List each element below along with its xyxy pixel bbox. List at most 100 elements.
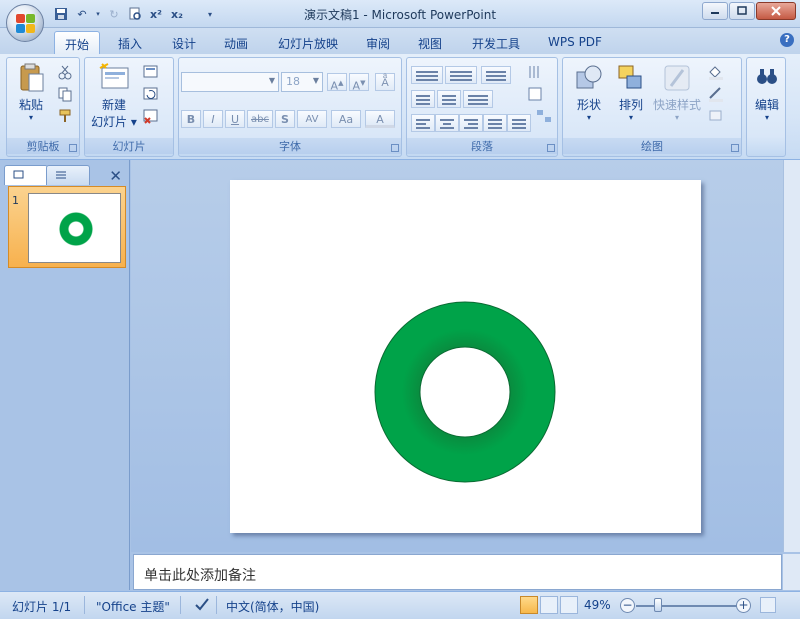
shape-outline-icon[interactable] [707,86,725,102]
tab-design[interactable]: 设计 [162,31,206,54]
slides-group: 新建 幻灯片 ▾ 幻灯片 [84,57,174,157]
italic-button[interactable]: I [203,110,223,128]
bold-button[interactable]: B [181,110,201,128]
strikethrough-button[interactable]: abc [247,110,273,128]
tab-insert[interactable]: 插入 [108,31,152,54]
font-name-combo[interactable]: ▼ [181,72,279,92]
spell-check-icon[interactable] [193,595,211,616]
tab-slideshow[interactable]: 幻灯片放映 [268,31,348,54]
separator [216,596,217,614]
quick-styles-dropdown-icon: ▾ [674,113,679,122]
separator [84,596,85,614]
delete-slide-icon[interactable] [143,108,161,124]
paragraph-launcher[interactable] [547,144,555,152]
font-color-button[interactable]: A [365,110,395,128]
maximize-button[interactable] [729,2,755,20]
columns-button[interactable] [463,90,493,108]
office-button[interactable] [6,4,44,42]
quick-styles-label: 快速样式 [652,98,701,112]
align-left-button[interactable] [411,114,435,132]
text-direction-icon[interactable] [527,64,545,80]
shadow-button[interactable]: S [275,110,295,128]
drawing-launcher[interactable] [731,144,739,152]
cut-icon[interactable] [57,64,75,80]
donut-shape[interactable] [374,301,556,483]
arrange-label: 排列 [618,98,643,112]
slideshow-view-button[interactable] [560,596,578,614]
help-icon[interactable]: ? [780,33,794,47]
char-spacing-button[interactable]: AV [297,110,327,128]
shape-effects-icon[interactable] [707,108,725,124]
tab-developer[interactable]: 开发工具 [462,31,530,54]
underline-button[interactable]: U [225,110,245,128]
outline-tab[interactable] [46,165,90,185]
close-pane-icon[interactable]: ✕ [109,167,122,185]
tab-animations[interactable]: 动画 [214,31,258,54]
new-slide-button[interactable]: 新建 幻灯片 ▾ [89,62,139,130]
language[interactable]: 中文(简体，中国) [226,598,319,615]
slide-canvas[interactable] [230,180,701,533]
increase-indent-button[interactable] [437,90,461,108]
align-center-button[interactable] [435,114,459,132]
editing-button[interactable]: 编辑 ▾ [749,66,785,122]
paste-button[interactable]: 粘贴 ▾ [11,62,51,122]
normal-view-button[interactable] [520,596,538,614]
line-spacing-button[interactable] [481,66,511,84]
clear-format-button[interactable]: Aͣ [375,73,395,91]
change-case-button[interactable]: Aa [331,110,361,128]
grow-font-button[interactable]: A▲ [327,73,347,93]
distributed-button[interactable] [507,114,531,132]
quick-styles-button[interactable]: 快速样式 ▾ [651,62,703,122]
numbering-button[interactable] [445,66,477,84]
tab-wps-pdf[interactable]: WPS PDF [540,31,610,54]
status-bar: 幻灯片 1/1 "Office 主题" 中文(简体，中国) 49% − + [0,591,800,619]
font-group: ▼ 18 ▼ A▲ A▼ Aͣ B I U abc S AV Aa A 字体 [178,57,402,157]
vertical-scrollbar[interactable] [783,160,800,552]
close-button[interactable] [756,2,796,20]
copy-icon[interactable] [57,86,75,102]
paste-icon [15,62,47,94]
zoom-in-button[interactable]: + [736,598,751,613]
arrange-button[interactable]: 排列 ▾ [609,62,653,122]
layout-icon[interactable] [143,64,161,80]
tab-view[interactable]: 视图 [408,31,452,54]
justify-button[interactable] [483,114,507,132]
notes-placeholder[interactable]: 单击此处添加备注 [144,565,256,585]
fit-to-window-button[interactable] [760,597,776,613]
tab-review[interactable]: 审阅 [356,31,400,54]
align-right-button[interactable] [459,114,483,132]
clipboard-launcher[interactable] [69,144,77,152]
new-slide-label-2: 幻灯片 ▾ [91,115,137,129]
reset-icon[interactable] [143,86,161,102]
title-bar: ↶ ▾ ↻ x² x₂ ▾ 演示文稿1 - Microsoft PowerPoi… [0,0,800,28]
slides-tab[interactable] [4,165,48,185]
zoom-slider-thumb[interactable] [654,598,662,612]
format-painter-icon[interactable] [57,108,75,124]
notes-pane[interactable]: 单击此处添加备注 [133,554,782,590]
slide-number: 1 [12,194,19,207]
shrink-font-button[interactable]: A▼ [349,73,369,93]
smartart-icon[interactable] [535,108,553,124]
shapes-button[interactable]: 形状 ▾ [567,62,611,122]
theme-name[interactable]: "Office 主题" [96,598,170,615]
zoom-out-button[interactable]: − [620,598,635,613]
font-size-combo[interactable]: 18 ▼ [281,72,323,92]
thumbnail-donut [59,212,93,246]
align-text-icon[interactable] [527,86,545,102]
bullets-button[interactable] [411,66,443,84]
arrange-icon [615,62,647,94]
decrease-indent-button[interactable] [411,90,435,108]
slide-editor [131,160,783,552]
font-launcher[interactable] [391,144,399,152]
tab-home[interactable]: 开始 [54,31,100,54]
slide-svg [374,301,556,483]
notes-scrollbar[interactable] [783,554,800,590]
editing-group: 编辑 ▾ [746,57,786,157]
zoom-slider-track[interactable] [636,605,740,607]
slide-sorter-button[interactable] [540,596,558,614]
minimize-button[interactable] [702,2,728,20]
zoom-level[interactable]: 49% [584,598,611,612]
slide-thumbnail[interactable] [28,193,121,263]
shape-fill-icon[interactable] [707,64,725,80]
editing-label: 编辑 [754,98,779,112]
